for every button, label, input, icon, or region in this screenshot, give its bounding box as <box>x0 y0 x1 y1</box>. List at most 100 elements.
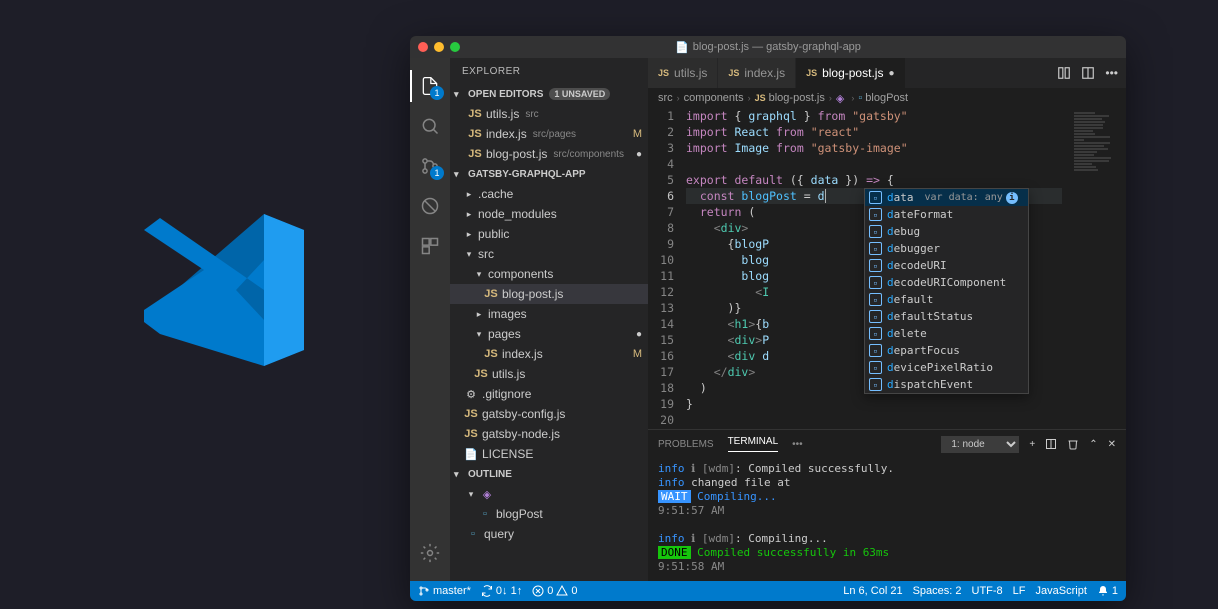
open-editor-item[interactable]: JSindex.jssrc/pagesM <box>450 124 648 144</box>
line-number: 5 <box>648 172 674 188</box>
terminal-up-icon[interactable]: ⌃ <box>1089 439 1097 450</box>
status-spaces[interactable]: Spaces: 2 <box>913 585 962 597</box>
autocomplete-item[interactable]: ▫departFocus <box>865 342 1028 359</box>
folder-item[interactable]: ▸node_modules <box>450 204 648 224</box>
autocomplete-item[interactable]: ▫datavar data: any i <box>865 189 1028 206</box>
terminal-add-icon[interactable]: + <box>1029 439 1035 450</box>
editor-tab[interactable]: JSutils.js <box>648 58 718 88</box>
status-eol[interactable]: LF <box>1013 585 1026 597</box>
terminal-close-icon[interactable]: ✕ <box>1108 439 1116 450</box>
folder-item[interactable]: ▸images <box>450 304 648 324</box>
autocomplete-item[interactable]: ▫decodeURIComponent <box>865 274 1028 291</box>
status-branch[interactable]: master* <box>418 585 471 597</box>
code-line[interactable]: import Image from "gatsby-image" <box>686 140 1062 156</box>
terminal-split-icon[interactable] <box>1045 438 1057 450</box>
file-item[interactable]: JSgatsby-config.js <box>450 404 648 424</box>
terminal-line <box>658 574 1116 581</box>
var-icon: ▫ <box>478 508 492 520</box>
activity-scm[interactable]: 1 <box>410 146 450 186</box>
file-item[interactable]: JSblog-post.js <box>450 284 648 304</box>
autocomplete-item[interactable]: ▫default <box>865 291 1028 308</box>
activity-explorer[interactable]: 1 <box>410 66 450 106</box>
status-bell[interactable]: 1 <box>1097 585 1118 597</box>
activity-search[interactable] <box>410 106 450 146</box>
autocomplete-popup[interactable]: ▫datavar data: any i▫dateFormat▫debug▫de… <box>864 188 1029 394</box>
breadcrumb-item[interactable]: ▫blogPost <box>858 92 908 104</box>
terminal-selector[interactable]: 1: node <box>941 436 1019 453</box>
breadcrumb-item[interactable]: src <box>658 92 673 104</box>
code-line[interactable] <box>686 412 1062 428</box>
variable-icon: ▫ <box>869 191 882 204</box>
editor-tab[interactable]: JSindex.js <box>718 58 796 88</box>
terminal-tab-more[interactable]: ••• <box>792 439 803 450</box>
folder-item[interactable]: ▾components <box>450 264 648 284</box>
file-item[interactable]: 📄LICENSE <box>450 444 648 464</box>
autocomplete-item[interactable]: ▫defaultStatus <box>865 308 1028 325</box>
explorer-panel: EXPLORER ▾ OPEN EDITORS 1 UNSAVED JSutil… <box>450 58 648 581</box>
outline-item[interactable]: ▫blogPost <box>450 504 648 524</box>
outline-item[interactable]: ▫query <box>450 524 648 544</box>
status-sync[interactable]: 0↓ 1↑ <box>481 585 522 597</box>
more-icon[interactable]: ••• <box>1105 66 1118 80</box>
terminal-trash-icon[interactable] <box>1067 438 1079 450</box>
outline-header[interactable]: ▾ OUTLINE <box>450 464 648 484</box>
code-line[interactable]: import { graphql } from "gatsby" <box>686 108 1062 124</box>
editor-tab[interactable]: JSblog-post.js● <box>796 58 905 88</box>
autocomplete-item[interactable]: ▫dateFormat <box>865 206 1028 223</box>
line-number: 6 <box>648 188 674 204</box>
autocomplete-item[interactable]: ▫decodeURI <box>865 257 1028 274</box>
line-number: 14 <box>648 316 674 332</box>
breadcrumb-item[interactable]: ◈ <box>836 92 847 105</box>
activity-bar: 1 1 <box>410 58 450 581</box>
folder-item[interactable]: ▸.cache <box>450 184 648 204</box>
status-errors[interactable]: 0 0 <box>532 585 577 597</box>
file-icon: ⚙ <box>464 388 478 401</box>
file-item[interactable]: JSgatsby-node.js <box>450 424 648 444</box>
code-line[interactable]: } <box>686 396 1062 412</box>
open-editor-item[interactable]: JSblog-post.jssrc/components● <box>450 144 648 164</box>
window-minimize-button[interactable] <box>434 42 444 52</box>
file-item[interactable]: JSutils.js <box>450 364 648 384</box>
folder-item[interactable]: ▾src <box>450 244 648 264</box>
open-editor-item[interactable]: JSutils.jssrc <box>450 104 648 124</box>
breadcrumb-item[interactable]: components <box>684 92 744 104</box>
window-maximize-button[interactable] <box>450 42 460 52</box>
code-line[interactable]: export default ({ data }) => { <box>686 172 1062 188</box>
terminal-tab-terminal[interactable]: TERMINAL <box>728 436 779 452</box>
compare-icon[interactable] <box>1057 66 1071 80</box>
autocomplete-item[interactable]: ▫debugger <box>865 240 1028 257</box>
activity-settings[interactable] <box>410 533 450 573</box>
folder-item[interactable]: ▸public <box>450 224 648 244</box>
outline-item[interactable]: ▾◈ <box>450 484 648 504</box>
code-line[interactable]: import React from "react" <box>686 124 1062 140</box>
variable-icon: ▫ <box>869 361 882 374</box>
terminal-tab-problems[interactable]: PROBLEMS <box>658 439 714 450</box>
file-item[interactable]: ⚙.gitignore <box>450 384 648 404</box>
minimap[interactable] <box>1070 108 1126 429</box>
terminal-line: info ℹ [wdm]: Compiled successfully. <box>658 462 1116 476</box>
breadcrumb-item[interactable]: JSblog-post.js <box>755 92 825 104</box>
autocomplete-item[interactable]: ▫debug <box>865 223 1028 240</box>
project-header[interactable]: ▾ GATSBY-GRAPHQL-APP <box>450 164 648 184</box>
activity-debug[interactable] <box>410 186 450 226</box>
split-icon[interactable] <box>1081 66 1095 80</box>
autocomplete-item[interactable]: ▫devicePixelRatio <box>865 359 1028 376</box>
status-encoding[interactable]: UTF-8 <box>972 585 1003 597</box>
autocomplete-item[interactable]: ▫delete <box>865 325 1028 342</box>
status-language[interactable]: JavaScript <box>1036 585 1087 597</box>
titlebar: 📄 blog-post.js — gatsby-graphql-app <box>410 36 1126 58</box>
status-cursor[interactable]: Ln 6, Col 21 <box>843 585 902 597</box>
autocomplete-item[interactable]: ▫dispatchEvent <box>865 376 1028 393</box>
open-editors-header[interactable]: ▾ OPEN EDITORS 1 UNSAVED <box>450 84 648 104</box>
breadcrumb[interactable]: src›components›JSblog-post.js›◈›▫blogPos… <box>648 88 1126 108</box>
activity-extensions[interactable] <box>410 226 450 266</box>
code-line[interactable] <box>686 156 1062 172</box>
line-number: 9 <box>648 236 674 252</box>
file-item[interactable]: JSindex.jsM <box>450 344 648 364</box>
window-close-button[interactable] <box>418 42 428 52</box>
terminal-output[interactable]: info ℹ [wdm]: Compiled successfully.info… <box>648 458 1126 581</box>
line-number: 16 <box>648 348 674 364</box>
code-editor[interactable]: 1234567891011121314151617181920 import {… <box>648 108 1126 429</box>
window-title: 📄 blog-post.js — gatsby-graphql-app <box>675 41 861 54</box>
folder-item[interactable]: ▾pages● <box>450 324 648 344</box>
